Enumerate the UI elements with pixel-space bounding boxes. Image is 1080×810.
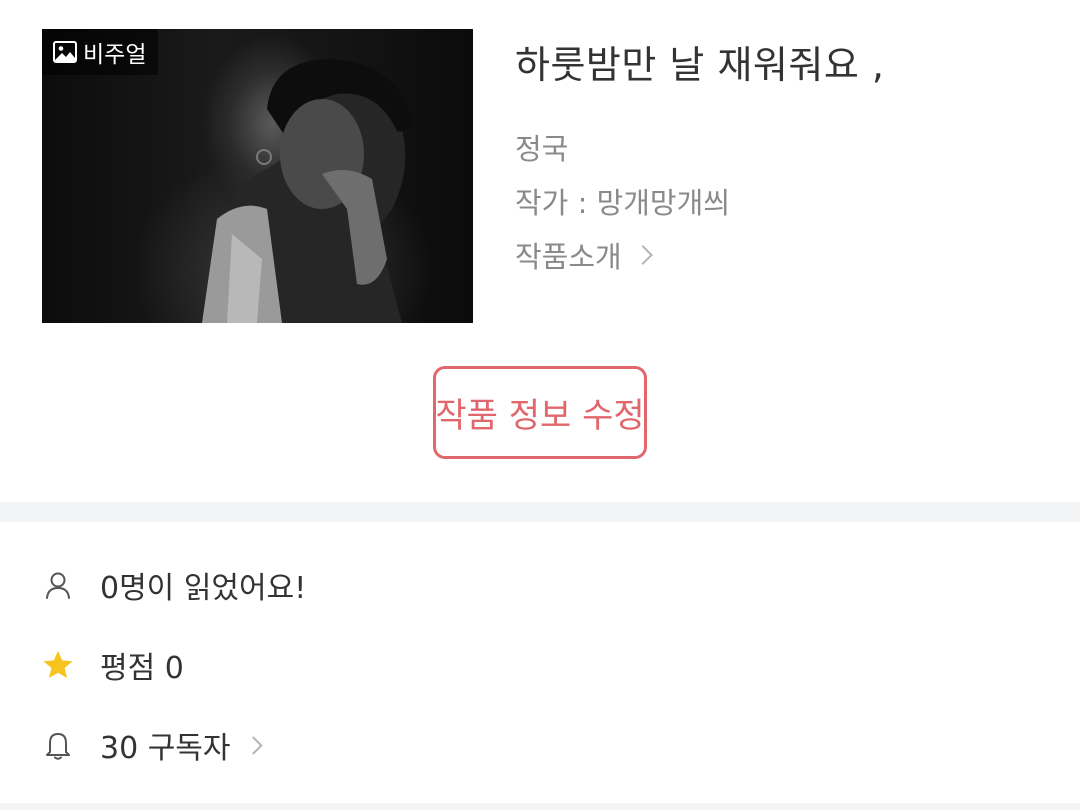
work-title: 하룻밤만 날 재워줘요 , — [515, 43, 885, 87]
person-icon — [46, 572, 70, 599]
work-thumbnail[interactable]: 비주얼 — [42, 29, 473, 323]
thumbnail-photo — [202, 59, 412, 323]
bottom-divider — [0, 803, 1080, 810]
subscribers-link[interactable]: 30 구독자 — [42, 723, 263, 767]
readers-stat: 0명이 읽었어요! — [42, 563, 306, 607]
bell-icon — [46, 733, 70, 760]
chevron-right-icon — [243, 735, 263, 755]
chevron-right-icon — [632, 245, 653, 265]
work-genre: 정국 — [515, 132, 569, 166]
visual-badge: 비주얼 — [42, 29, 159, 75]
rating-text: 평점 0 — [100, 651, 184, 686]
image-icon — [53, 41, 77, 63]
rating-stat: 평점 0 — [42, 643, 184, 687]
work-author: 작가 : 망개망개씌 — [515, 186, 730, 220]
subscribers-text: 30 구독자 — [100, 731, 231, 766]
work-intro-link[interactable]: 작품소개 — [515, 234, 653, 276]
readers-text: 0명이 읽었어요! — [100, 571, 307, 606]
star-icon — [43, 651, 73, 678]
edit-work-info-button[interactable]: 작품 정보 수정 — [433, 366, 647, 459]
work-detail-page: 비주얼 하룻밤만 날 재워줘요 , 정국 작가 : 망개망개씌 작품소개 작품 … — [0, 0, 1080, 810]
visual-badge-label: 비주얼 — [83, 42, 147, 68]
section-divider — [0, 502, 1080, 522]
work-intro-label: 작품소개 — [515, 240, 622, 274]
